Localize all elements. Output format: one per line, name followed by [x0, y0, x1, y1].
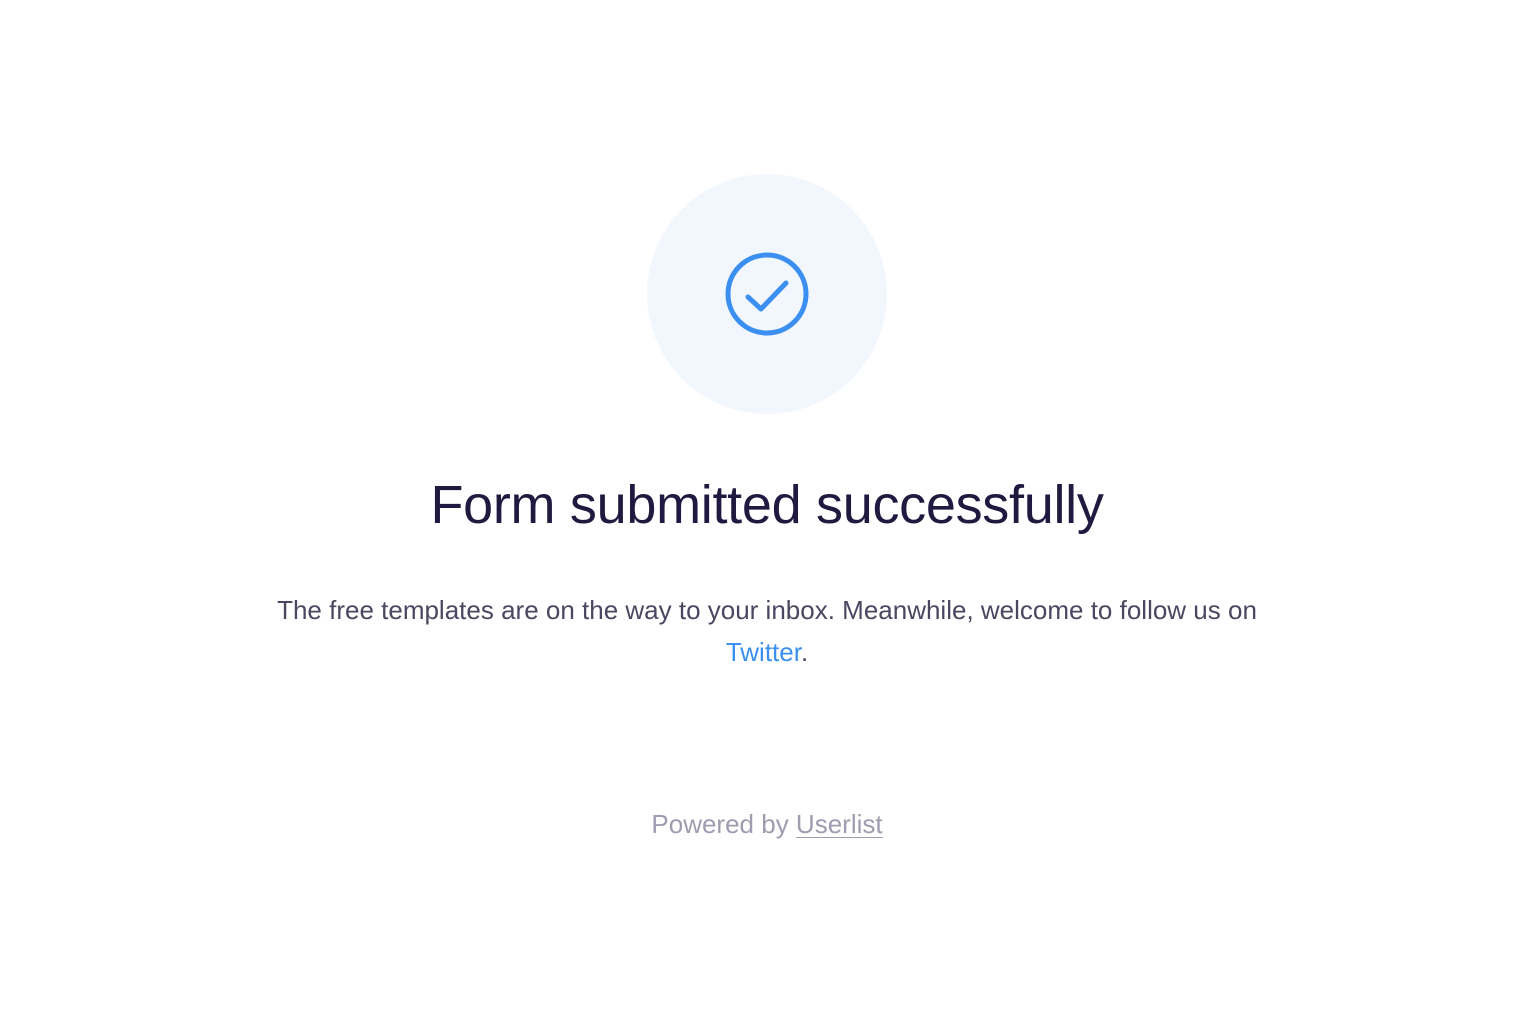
message-period: .	[800, 637, 809, 667]
page-title: Form submitted successfully	[430, 475, 1104, 535]
twitter-link[interactable]: Twitter	[726, 637, 801, 667]
check-circle-icon	[725, 252, 809, 336]
userlist-link[interactable]: Userlist	[796, 809, 883, 839]
success-badge	[647, 174, 887, 414]
powered-by-footer: Powered by Userlist	[0, 806, 1534, 842]
success-message: The free templates are on the way to you…	[267, 589, 1267, 673]
message-text: The free templates are on the way to you…	[277, 595, 1257, 625]
powered-by-label: Powered by	[651, 809, 796, 839]
success-page: Form submitted successfully The free tem…	[0, 0, 1534, 1015]
